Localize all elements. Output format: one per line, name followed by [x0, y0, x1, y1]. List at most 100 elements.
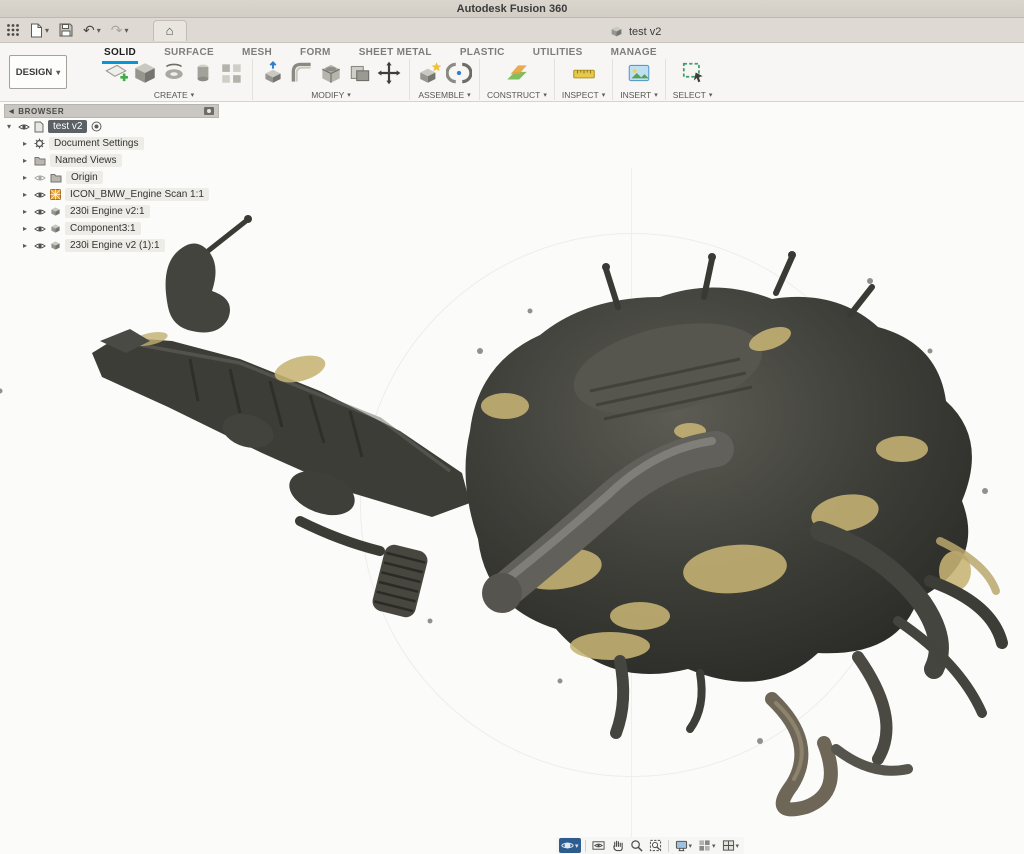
component-icon	[50, 223, 61, 234]
document-tab-label: test v2	[629, 26, 661, 38]
expand-icon[interactable]: ▸	[20, 207, 30, 216]
component-icon	[50, 240, 61, 251]
expand-icon[interactable]: ▸	[20, 173, 30, 182]
mesh-body-icon	[50, 189, 61, 200]
eye-icon[interactable]	[34, 208, 46, 216]
undo-button[interactable]: ↶ ▾	[83, 23, 101, 37]
group-assemble-label[interactable]: ASSEMBLE ▾	[418, 90, 470, 100]
tree-row-named-views[interactable]: ▸ Named Views	[4, 152, 219, 169]
ribbon: SOLID SURFACE MESH FORM SHEET METAL PLAS…	[0, 43, 1024, 102]
workspace-caret-icon: ▾	[56, 68, 60, 77]
group-construct: CONSTRUCT ▾	[480, 59, 555, 100]
revolve-button[interactable]	[161, 60, 187, 86]
select-caret-icon: ▾	[709, 91, 713, 99]
construct-plane-button[interactable]	[504, 60, 530, 86]
layout-grid-button[interactable]: ▾	[696, 838, 718, 853]
expand-icon[interactable]: ▸	[20, 156, 30, 165]
group-inspect: INSPECT ▾	[555, 59, 613, 100]
tree-item-label[interactable]: ICON_BMW_Engine Scan 1:1	[65, 188, 209, 201]
pan-tool-button[interactable]	[609, 838, 626, 853]
orbit-icon	[561, 839, 574, 852]
tree-row-root[interactable]: ▾ test v2	[4, 118, 219, 135]
tree-item-label[interactable]: Document Settings	[49, 137, 144, 150]
modify-caret-icon: ▾	[347, 91, 351, 99]
tree-item-label[interactable]: Component3:1	[65, 222, 141, 235]
look-at-tool-button[interactable]	[590, 838, 607, 853]
browser-tree: ▾ test v2 ▸ Document Settings ▸	[4, 118, 219, 254]
document-cube-icon	[610, 25, 623, 38]
tree-root-label[interactable]: test v2	[48, 120, 87, 133]
app-grid-button[interactable]	[6, 23, 20, 37]
viewport-ground-circle	[360, 233, 904, 777]
display-settings-button[interactable]: ▾	[673, 838, 695, 853]
select-button[interactable]	[680, 60, 706, 86]
tree-row-engine-v2-copy[interactable]: ▸ 230i Engine v2 (1):1	[4, 237, 219, 254]
viewports-button[interactable]: ▾	[720, 838, 742, 853]
tree-row-engine-v2[interactable]: ▸ 230i Engine v2:1	[4, 203, 219, 220]
root-expand-icon[interactable]: ▾	[4, 122, 14, 131]
combine-button[interactable]	[347, 60, 373, 86]
activate-radio-icon[interactable]	[91, 121, 102, 132]
eye-icon[interactable]	[34, 242, 46, 250]
file-icon	[30, 23, 43, 38]
group-inspect-label[interactable]: INSPECT ▾	[562, 90, 605, 100]
create-sketch-button[interactable]	[103, 60, 129, 86]
tree-item-label[interactable]: 230i Engine v2:1	[65, 205, 150, 218]
expand-icon[interactable]: ▸	[20, 139, 30, 148]
press-pull-button[interactable]	[260, 60, 286, 86]
group-create-label[interactable]: CREATE ▾	[154, 90, 194, 100]
joint-button[interactable]	[446, 60, 472, 86]
expand-icon[interactable]: ▸	[20, 224, 30, 233]
save-button[interactable]	[59, 23, 73, 37]
browser-collapse-icon[interactable]: ◀	[9, 108, 14, 115]
shell-button[interactable]	[318, 60, 344, 86]
tree-item-label[interactable]: 230i Engine v2 (1):1	[65, 239, 165, 252]
pan-icon	[611, 839, 624, 852]
eye-icon[interactable]	[34, 225, 46, 233]
expand-icon[interactable]: ▸	[20, 190, 30, 199]
workspace-selector[interactable]: DESIGN ▾	[9, 55, 67, 89]
nav-separator	[585, 840, 586, 852]
tree-row-document-settings[interactable]: ▸ Document Settings	[4, 135, 219, 152]
fillet-button[interactable]	[289, 60, 315, 86]
zoom-tool-button[interactable]	[628, 838, 645, 853]
eye-icon[interactable]	[34, 191, 46, 199]
orbit-tool-button[interactable]: ▾	[559, 838, 581, 853]
new-component-button[interactable]	[417, 60, 443, 86]
gear-icon	[34, 138, 45, 149]
eye-hidden-icon[interactable]	[34, 174, 46, 182]
inspect-caret-icon: ▾	[602, 91, 606, 99]
insert-button[interactable]	[626, 60, 652, 86]
tree-row-origin[interactable]: ▸ Origin	[4, 169, 219, 186]
tree-item-label[interactable]: Origin	[66, 171, 103, 184]
redo-button[interactable]: ↷ ▾	[111, 23, 129, 37]
eye-icon[interactable]	[18, 123, 30, 131]
browser-toggle-button[interactable]	[204, 107, 214, 115]
group-insert-label[interactable]: INSERT ▾	[620, 90, 658, 100]
group-modify-label[interactable]: MODIFY ▾	[311, 90, 351, 100]
browser-header[interactable]: ◀ BROWSER	[4, 104, 219, 118]
group-construct-label[interactable]: CONSTRUCT ▾	[487, 90, 547, 100]
expand-icon[interactable]: ▸	[20, 241, 30, 250]
create-caret-icon: ▾	[191, 91, 195, 99]
home-tab[interactable]: ⌂	[153, 20, 187, 41]
undo-caret-icon: ▾	[97, 26, 101, 35]
file-menu-button[interactable]: ▾	[30, 23, 49, 38]
sweep-button[interactable]	[190, 60, 216, 86]
zoom-icon	[630, 839, 643, 852]
pattern-button[interactable]	[219, 60, 245, 86]
extrude-button[interactable]	[132, 60, 158, 86]
fit-icon	[649, 839, 662, 852]
fit-tool-button[interactable]	[647, 838, 664, 853]
window-title: Autodesk Fusion 360	[457, 3, 568, 15]
undo-icon: ↶	[83, 23, 95, 37]
tree-row-engine-scan[interactable]: ▸ ICON_BMW_Engine Scan 1:1	[4, 186, 219, 203]
measure-button[interactable]	[571, 60, 597, 86]
tree-row-component3[interactable]: ▸ Component3:1	[4, 220, 219, 237]
orbit-caret-icon: ▾	[575, 842, 579, 850]
document-tab[interactable]: test v2	[598, 20, 673, 43]
group-select-label[interactable]: SELECT ▾	[673, 90, 713, 100]
redo-icon: ↷	[111, 23, 123, 37]
tree-item-label[interactable]: Named Views	[50, 154, 122, 167]
move-copy-button[interactable]	[376, 60, 402, 86]
